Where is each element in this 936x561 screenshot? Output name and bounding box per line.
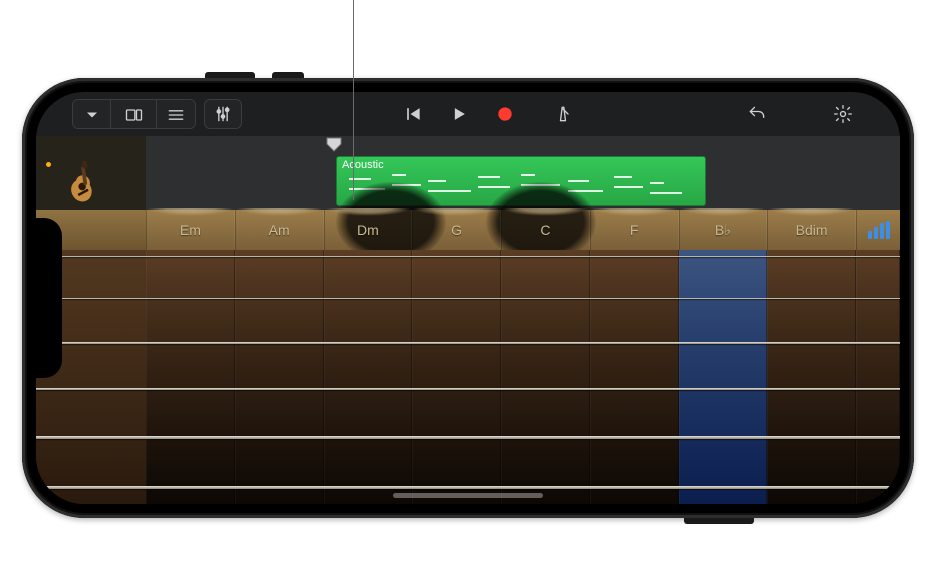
volume-button [205,72,255,78]
tracks-button[interactable] [157,100,195,129]
playhead[interactable] [326,137,342,152]
autoplay-level-icon [868,221,890,239]
chord-label: Em [180,222,201,238]
chord-strum-area[interactable] [679,250,768,504]
chord-strip: Em Am Dm G C F B♭ Bdim [36,210,900,250]
autoplay-level-button[interactable] [856,210,900,250]
chord-strum-area[interactable] [501,250,590,504]
chord-label: B♭ [715,222,731,239]
chord-strum-area[interactable] [146,250,235,504]
play-button[interactable] [436,99,482,129]
guitar-icon [57,155,111,209]
track-indicator-icon [46,162,51,167]
screen: 12345678 + Acoustic [36,92,900,504]
control-bar [36,92,900,136]
chord-label: Dm [357,222,379,238]
chord-label: G [451,222,462,238]
browser-button[interactable] [111,100,157,129]
undo-button[interactable] [734,99,780,129]
chord-strum-area[interactable] [324,250,413,504]
chord-label: F [630,222,639,238]
chord-button[interactable]: C [501,210,590,250]
my-songs-button[interactable] [73,100,111,129]
track-lane[interactable]: Acoustic [146,136,900,210]
silent-switch [272,72,304,78]
track-controls-button[interactable] [204,99,242,129]
midi-region[interactable]: Acoustic [336,156,706,206]
chord-button[interactable]: G [412,210,501,250]
chord-button[interactable]: Dm [324,210,413,250]
settings-button[interactable] [820,99,866,129]
device-frame: 12345678 + Acoustic [22,78,914,518]
chord-strum-area[interactable] [235,250,324,504]
view-group [72,99,196,129]
tracks-area: 12345678 + Acoustic [36,136,900,210]
chord-button[interactable]: B♭ [679,210,768,250]
go-to-beginning-button[interactable] [390,99,436,129]
display-notch [36,218,62,378]
chord-button[interactable]: F [590,210,679,250]
record-button[interactable] [482,99,528,129]
chord-label: Am [269,222,290,238]
region-name: Acoustic [342,159,384,171]
midi-notes-icon [342,174,700,201]
home-indicator[interactable] [393,493,543,498]
chord-strum-area[interactable] [767,250,856,504]
chord-strum-area[interactable] [590,250,679,504]
chord-strum-area[interactable] [412,250,501,504]
fretboard [36,250,900,504]
annotation-callout-line [353,0,354,200]
fret-column-level [856,250,900,504]
chord-label: Bdim [796,222,828,238]
track-header[interactable] [36,136,146,210]
chord-label: C [540,222,550,238]
chord-button[interactable]: Em [146,210,235,250]
metronome-button[interactable] [540,99,586,129]
side-button [684,518,754,524]
chord-button[interactable]: Bdim [767,210,856,250]
chord-button[interactable]: Am [235,210,324,250]
